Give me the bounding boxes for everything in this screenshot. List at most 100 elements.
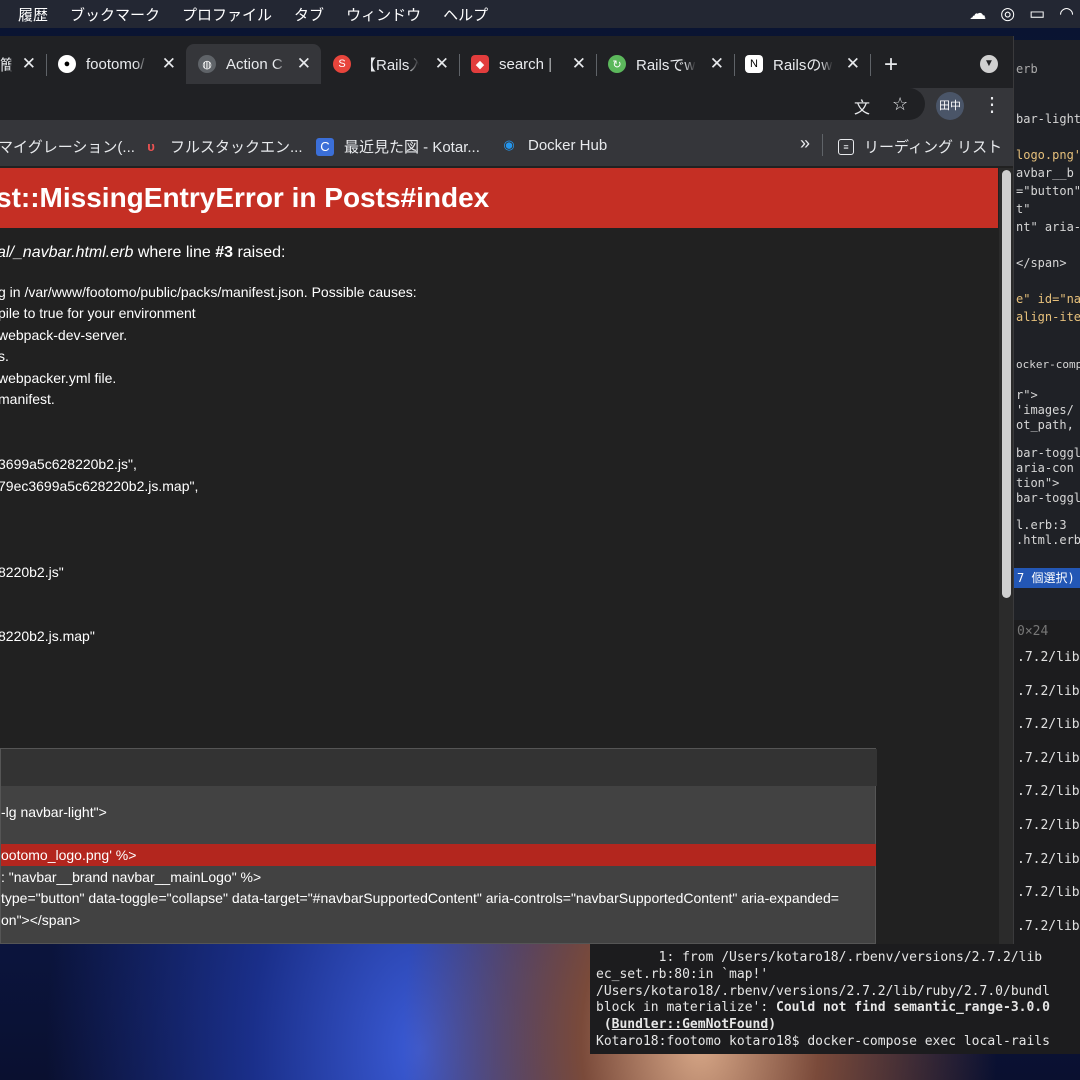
error-message-line: 3699a5c628220b2.js",: [0, 456, 137, 472]
menu-kebab-icon[interactable]: ⋮: [982, 92, 1002, 117]
tab-1[interactable]: ● footomo/ ✕: [58, 44, 186, 84]
error-message-line: 8220b2.js.map": [0, 628, 95, 644]
page-scrollbar[interactable]: [999, 168, 1013, 944]
editor-line: 'images/: [1016, 403, 1074, 417]
bookmark-item[interactable]: ᴜ フルスタックエン...: [142, 136, 303, 157]
error-source: al/_navbar.html.erb where line #3 raised…: [0, 244, 285, 262]
close-icon[interactable]: ✕: [425, 54, 459, 74]
new-tab-plus-icon[interactable]: +: [884, 51, 898, 79]
bookmark-star-icon[interactable]: ☆: [892, 94, 908, 115]
error-message-line: 79ec3699a5c628220b2.js.map",: [0, 478, 199, 494]
shield-icon: ◆: [471, 55, 489, 73]
menu-history[interactable]: 履歴: [0, 4, 59, 25]
error-title: st::MissingEntryError in Posts#index: [0, 182, 490, 213]
code-line: : "navbar__brand navbar__mainLogo" %>: [1, 869, 262, 885]
error-message-line: s.: [0, 348, 9, 364]
address-bar[interactable]: 文 ☆: [0, 88, 925, 120]
bookmark-label: Docker Hub: [528, 136, 608, 154]
error-source-text: where line: [133, 244, 216, 261]
github-icon: ●: [58, 55, 76, 73]
terminal-line: 1: from /Users/kotaro18/.rbenv/versions/…: [596, 950, 1043, 965]
docker-icon: ◉: [503, 137, 515, 152]
bookmark-label: フルスタックエン...: [170, 139, 303, 156]
bookmark-item[interactable]: ◉ Docker Hub: [500, 136, 607, 154]
tab-search-chevron-icon[interactable]: ▼: [980, 55, 998, 73]
menu-bar: 履歴 ブックマーク プロファイル タブ ウィンドウ ヘルプ ☁ ◎ ▭ ◠: [0, 0, 1080, 28]
tab-0[interactable]: 簡 ✕: [0, 44, 46, 84]
bookmarks-bar: マイグレーション(... ᴜ フルスタックエン... C 最近見た図 - Kot…: [0, 124, 1013, 166]
terminal-error-class: Bundler::GemNotFound: [611, 1017, 769, 1033]
terminal-prompt[interactable]: Kotaro18:footomo kotaro18$ docker-compos…: [596, 1034, 1074, 1051]
page-content: st::MissingEntryError in Posts#index al/…: [0, 166, 1013, 944]
tab-separator: [870, 54, 871, 76]
tab-title: 【Rails入: [361, 56, 419, 74]
close-icon[interactable]: ✕: [12, 54, 46, 74]
editor-selection-status: 7 個選択): [1014, 568, 1080, 588]
menu-help[interactable]: ヘルプ: [432, 4, 499, 25]
editor-line: l.erb:3: [1016, 518, 1067, 532]
editor-line: avbar__b: [1016, 166, 1074, 180]
terminal-text: ): [768, 1017, 777, 1033]
terminal-text: block in materialize':: [596, 1000, 777, 1016]
creative-cloud-icon[interactable]: ☁: [969, 4, 986, 24]
menu-tab[interactable]: タブ: [283, 4, 335, 25]
menu-window[interactable]: ウィンドウ: [335, 4, 432, 25]
close-icon[interactable]: ✕: [562, 54, 596, 74]
tab-separator: [734, 54, 735, 76]
translate-icon[interactable]: 文: [854, 94, 870, 118]
terminal-line: .7.2/lib: [1017, 852, 1080, 867]
terminal-line: .7.2/lib: [1017, 717, 1080, 732]
close-icon[interactable]: ✕: [287, 54, 321, 74]
scrollbar-thumb[interactable]: [1002, 170, 1011, 598]
editor-line: tion">: [1016, 476, 1060, 490]
editor-line: t": [1016, 202, 1031, 216]
menubar-status-icons: ☁ ◎ ▭ ◠: [969, 4, 1080, 24]
reading-list-button[interactable]: ≡ リーディング リスト: [838, 136, 1002, 157]
airplay-icon[interactable]: ▭: [1029, 4, 1045, 24]
close-icon[interactable]: ✕: [700, 54, 734, 74]
source-extract: -lg navbar-light"> ootomo_logo.png' %> :…: [0, 748, 877, 944]
code-line-highlighted: ootomo_logo.png' %>: [1, 844, 876, 866]
browser-toolbar: 文 ☆ 田中 ⋮: [0, 88, 1013, 124]
error-message-line: webpack-dev-server.: [0, 327, 128, 343]
tab-title: Railsでw: [636, 56, 696, 74]
cacoo-icon: C: [316, 137, 334, 156]
tab-3[interactable]: S 【Rails入 ✕: [333, 44, 459, 84]
terminal-size-label: 0×24: [1017, 624, 1049, 639]
terminal-text: (: [596, 1017, 612, 1033]
close-icon[interactable]: ✕: [152, 54, 186, 74]
wifi-icon[interactable]: ◠: [1059, 4, 1074, 24]
editor-line: align-ite: [1016, 310, 1080, 324]
error-message-line: 8220b2.js": [0, 564, 64, 580]
terminal-window[interactable]: 1: from /Users/kotaro18/.rbenv/versions/…: [590, 942, 1080, 1054]
terminal-line: .7.2/lib: [1017, 684, 1080, 699]
bookmark-item[interactable]: マイグレーション(...: [0, 136, 135, 157]
tab-2-active[interactable]: ◍ Action C ✕: [186, 44, 321, 84]
tab-5[interactable]: ↻ Railsでw ✕: [608, 44, 734, 84]
terminal-line: block in materialize': Could not find se…: [596, 1000, 1074, 1017]
menu-bookmarks[interactable]: ブックマーク: [59, 4, 171, 25]
error-header: st::MissingEntryError in Posts#index: [0, 168, 998, 228]
editor-line: nt" aria-c: [1016, 220, 1080, 234]
error-source-file: al/_navbar.html.erb: [0, 244, 134, 261]
error-source-line: #3: [215, 244, 233, 261]
tab-6[interactable]: N Railsのw ✕: [745, 44, 870, 84]
editor-line: </span>: [1016, 256, 1067, 270]
editor-line: .html.erb: [1016, 533, 1080, 547]
profile-avatar[interactable]: 田中: [936, 92, 964, 120]
editor-line: logo.png': [1016, 148, 1080, 162]
terminal-line: .7.2/lib: [1017, 784, 1080, 799]
tab-4[interactable]: ◆ search | ✕: [471, 44, 596, 84]
close-icon[interactable]: ✕: [836, 54, 870, 74]
editor-line: ="button": [1016, 184, 1080, 198]
bookmarks-overflow-icon[interactable]: »: [800, 133, 810, 154]
bookmark-item[interactable]: C 最近見た図 - Kotar...: [316, 136, 480, 157]
sync-icon[interactable]: ◎: [1000, 4, 1015, 24]
error-message-line: webpacker.yml file.: [0, 370, 117, 386]
tab-separator: [596, 54, 597, 76]
terminal-line: .7.2/lib: [1017, 751, 1080, 766]
menu-profile[interactable]: プロファイル: [171, 4, 283, 25]
refresh-icon: ↻: [608, 55, 626, 73]
editor-line: ocker-compo: [1016, 358, 1080, 371]
